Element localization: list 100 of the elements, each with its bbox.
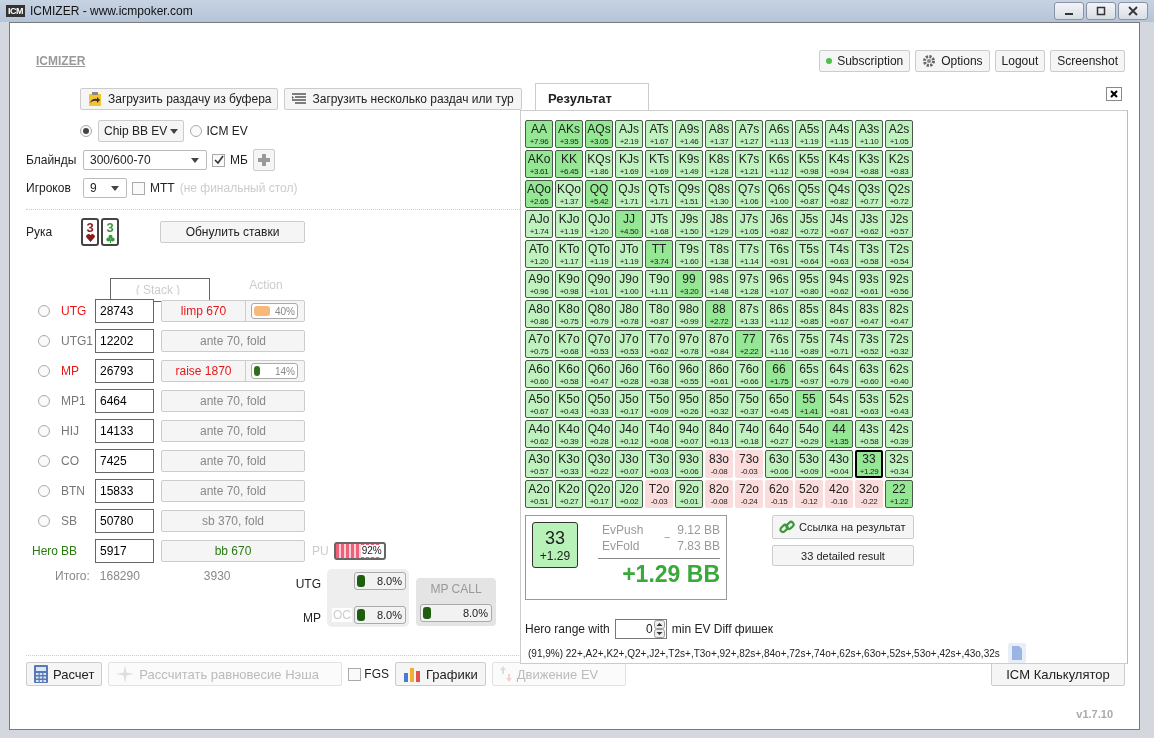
hand-cell[interactable]: 73o -0.03	[735, 450, 763, 478]
hand-cell[interactable]: 64o +0.27	[765, 420, 793, 448]
radio-button[interactable]	[80, 125, 92, 137]
checkbox[interactable]	[348, 667, 362, 681]
hand-cell[interactable]: A4s +1.15	[825, 120, 853, 148]
hand-cell[interactable]: Q5s +0.87	[795, 180, 823, 208]
hand-cell[interactable]: T2s +0.54	[885, 240, 913, 268]
hand-cell[interactable]: A5o +0.67	[525, 390, 553, 418]
hand-cell[interactable]: ATs +1.67	[645, 120, 673, 148]
hand-cell[interactable]: T8s +1.38	[705, 240, 733, 268]
close-button[interactable]	[1118, 2, 1148, 20]
hand-cell[interactable]: 32o -0.22	[855, 480, 883, 508]
hand-cell[interactable]: 82s +0.47	[885, 300, 913, 328]
hand-cell[interactable]: Q8s +1.30	[705, 180, 733, 208]
hand-cell[interactable]: 43s +0.58	[855, 420, 883, 448]
stack-field[interactable]: 26793	[95, 359, 154, 383]
hand-cell[interactable]: Q6o +0.47	[585, 360, 613, 388]
hand-cell[interactable]: A2s +1.05	[885, 120, 913, 148]
hand-cell[interactable]: 52o -0.12	[795, 480, 823, 508]
hand-cell[interactable]: ATo +1.20	[525, 240, 553, 268]
hand-cell[interactable]: K2s +0.83	[885, 150, 913, 178]
radio-button[interactable]	[38, 335, 50, 347]
hand-cell[interactable]: K5o +0.43	[555, 390, 583, 418]
reset-bets-button[interactable]: Обнулить ставки	[160, 221, 305, 243]
hand-cell[interactable]: J6o +0.28	[615, 360, 643, 388]
hand-cell[interactable]: 93s +0.61	[855, 270, 883, 298]
hand-cell[interactable]: 75o +0.37	[735, 390, 763, 418]
hand-cell[interactable]: AKo +3.61	[525, 150, 553, 178]
playing-card[interactable]: 3	[101, 218, 119, 246]
range-bar[interactable]: 8.0%	[420, 604, 492, 622]
hand-cell[interactable]: 62o -0.15	[765, 480, 793, 508]
hand-cell[interactable]: K7s +1.21	[735, 150, 763, 178]
hand-cell[interactable]: KTs +1.69	[645, 150, 673, 178]
hand-cell[interactable]: 55 +1.41	[795, 390, 823, 418]
hand-cell[interactable]: 33 +1.29	[855, 450, 883, 478]
hand-cell[interactable]: 32s +0.34	[885, 450, 913, 478]
checkbox[interactable]	[132, 181, 145, 195]
hand-cell[interactable]: AQs +3.05	[585, 120, 613, 148]
hand-cell[interactable]: AQo +2.65	[525, 180, 553, 208]
hand-cell[interactable]: A3s +1.10	[855, 120, 883, 148]
hand-cell[interactable]: A6s +1.13	[765, 120, 793, 148]
hand-cell[interactable]: 65o +0.45	[765, 390, 793, 418]
hand-cell[interactable]: 73s +0.52	[855, 330, 883, 358]
radio-button[interactable]	[38, 455, 50, 467]
blinds-select[interactable]: 300/600-70	[83, 150, 207, 170]
hand-cell[interactable]: 92s +0.56	[885, 270, 913, 298]
hand-cell[interactable]: J8o +0.78	[615, 300, 643, 328]
hand-cell[interactable]: T7o +0.62	[645, 330, 673, 358]
min-ev-field[interactable]: 0	[614, 619, 667, 639]
hand-cell[interactable]: JTo +1.19	[615, 240, 643, 268]
hand-cell[interactable]: AA +7.96	[525, 120, 553, 148]
hand-cell[interactable]: T3o +0.03	[645, 450, 673, 478]
hand-cell[interactable]: J4o +0.12	[615, 420, 643, 448]
mode-dropdown[interactable]: Chip BB EV	[98, 120, 185, 142]
hand-cell[interactable]: J3s +0.62	[855, 210, 883, 238]
hand-cell[interactable]: 53o +0.09	[795, 450, 823, 478]
hand-cell[interactable]: KJs +1.69	[615, 150, 643, 178]
hand-cell[interactable]: JJ +4.50	[615, 210, 643, 238]
hand-cell[interactable]: QJo +1.20	[585, 210, 613, 238]
hand-cell[interactable]: K4o +0.39	[555, 420, 583, 448]
close-button[interactable]	[1106, 87, 1122, 101]
hand-cell[interactable]: T9s +1.60	[675, 240, 703, 268]
hand-cell[interactable]: 64s +0.79	[825, 360, 853, 388]
hand-cell[interactable]: TT +3.74	[645, 240, 673, 268]
header-button[interactable]: Screenshot	[1050, 50, 1125, 72]
hand-cell[interactable]: 88 +2.72	[705, 300, 733, 328]
hand-cell[interactable]: K3s +0.88	[855, 150, 883, 178]
hand-cell[interactable]: J4s +0.67	[825, 210, 853, 238]
hand-cell[interactable]: Q2o +0.17	[585, 480, 613, 508]
radio-button[interactable]	[38, 425, 50, 437]
hand-cell[interactable]: AJs +2.19	[615, 120, 643, 148]
hand-cell[interactable]: 85s +0.85	[795, 300, 823, 328]
range-bar[interactable]: 40%	[251, 303, 298, 319]
hand-cell[interactable]: A9o +0.96	[525, 270, 553, 298]
hand-cell[interactable]: AJo +1.74	[525, 210, 553, 238]
range-bar[interactable]: 92%	[333, 542, 386, 560]
hand-cell[interactable]: T5o +0.09	[645, 390, 673, 418]
hand-cell[interactable]: KK +6.45	[555, 150, 583, 178]
hand-cell[interactable]: 83s +0.47	[855, 300, 883, 328]
hand-cell[interactable]: A7s +1.27	[735, 120, 763, 148]
hand-cell[interactable]: 75s +0.89	[795, 330, 823, 358]
hand-cell[interactable]: A9s +1.46	[675, 120, 703, 148]
hand-cell[interactable]: QQ +5.42	[585, 180, 613, 208]
hand-cell[interactable]: 42o -0.16	[825, 480, 853, 508]
hand-cell[interactable]: JTs +1.68	[645, 210, 673, 238]
hand-cell[interactable]: 83o -0.08	[705, 450, 733, 478]
hand-cell[interactable]: 85o +0.32	[705, 390, 733, 418]
hand-cell[interactable]: A5s +1.19	[795, 120, 823, 148]
load-button[interactable]: Загрузить несколько раздач или тур	[284, 88, 523, 110]
hand-cell[interactable]: Q7o +0.53	[585, 330, 613, 358]
hand-cell[interactable]: 97s +1.28	[735, 270, 763, 298]
range-bar[interactable]: 14%	[251, 363, 298, 379]
action-text[interactable]: raise 1870	[162, 361, 246, 381]
hand-cell[interactable]: 96o +0.55	[675, 360, 703, 388]
hand-cell[interactable]: J6s +0.82	[765, 210, 793, 238]
hand-cell[interactable]: K9s +1.49	[675, 150, 703, 178]
hand-cell[interactable]: 93o +0.06	[675, 450, 703, 478]
hand-cell[interactable]: 95s +0.80	[795, 270, 823, 298]
hand-cell[interactable]: J5o +0.17	[615, 390, 643, 418]
hand-cell[interactable]: Q4o +0.28	[585, 420, 613, 448]
